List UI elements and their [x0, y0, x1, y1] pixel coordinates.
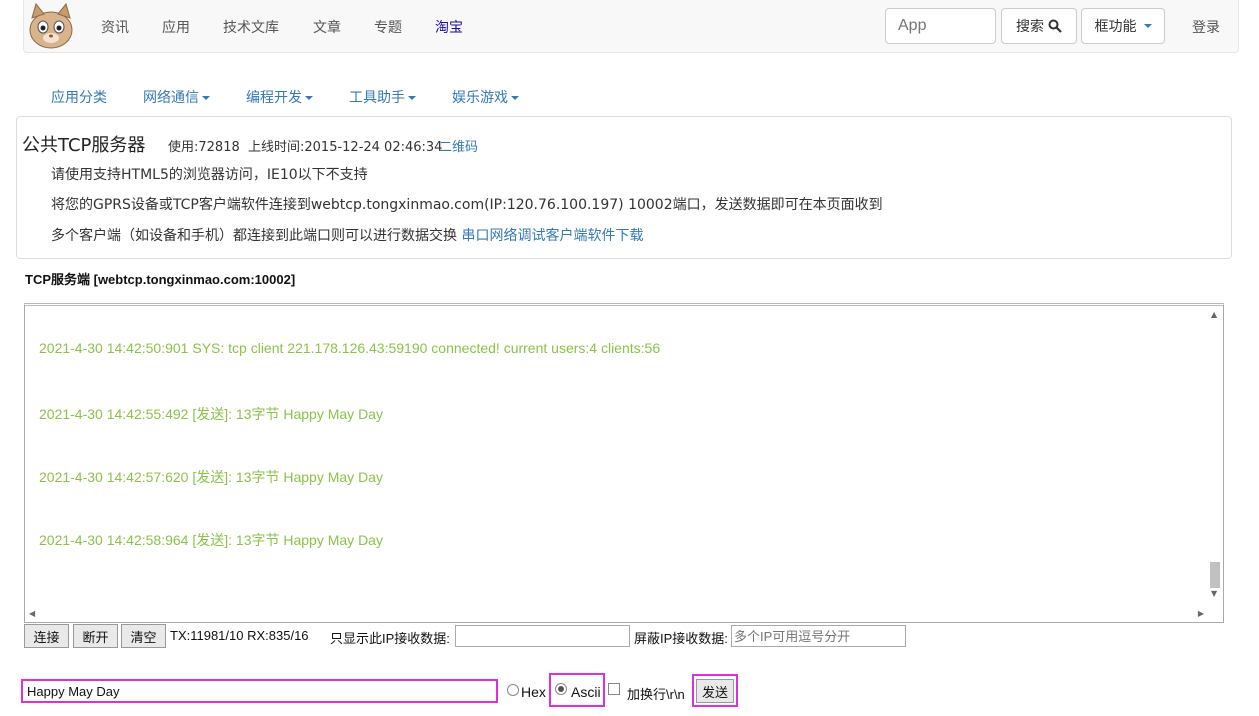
multi-client-notice: 多个客户端（如设备和手机）都连接到此端口则可以进行数据交换 串口网络调试客户端软… — [51, 225, 643, 245]
hex-radio[interactable] — [507, 684, 519, 696]
scrollbar-thumb[interactable] — [1210, 562, 1220, 588]
nav-articles[interactable]: 文章 — [313, 17, 341, 37]
newline-label: 加换行\r\n — [627, 687, 685, 702]
block-ip-input[interactable] — [731, 625, 906, 647]
scroll-left-icon[interactable]: ◀ — [29, 609, 35, 618]
nav-taobao[interactable]: 淘宝 — [435, 17, 463, 37]
usage-count: 使用:72818 — [168, 140, 240, 155]
log-line: 2021-4-30 14:42:58:964 [发送]: 13字节 Happy … — [39, 532, 383, 548]
tools-dropdown-button[interactable]: 框功能 — [1081, 8, 1165, 44]
tx-rx-stats: TX:11981/10 RX:835/16 — [170, 628, 309, 643]
newline-checkbox[interactable] — [608, 683, 620, 695]
send-button[interactable]: 发送 — [696, 679, 734, 703]
clear-button[interactable]: 清空 — [121, 624, 166, 648]
caret-down-icon — [511, 96, 519, 100]
search-button-label: 搜索 — [1016, 19, 1044, 35]
search-input[interactable] — [885, 8, 996, 44]
subnav-games-label: 娱乐游戏 — [452, 90, 508, 106]
download-link[interactable]: 串口网络调试客户端软件下载 — [461, 228, 643, 244]
subnav-programming-label: 编程开发 — [246, 90, 302, 106]
caret-down-icon — [305, 96, 313, 100]
disconnect-button[interactable]: 断开 — [73, 624, 118, 648]
multi-client-text: 多个客户端（如设备和手机）都连接到此端口则可以进行数据交换 — [51, 228, 457, 244]
cat-logo-icon[interactable] — [26, 2, 76, 50]
qrcode-link[interactable]: 二维码 — [439, 136, 478, 155]
connect-button[interactable]: 连接 — [24, 624, 69, 648]
login-link[interactable]: 登录 — [1192, 17, 1220, 37]
subnav-network[interactable]: 网络通信 — [143, 87, 210, 107]
vertical-scrollbar[interactable]: ▲ ▼ — [1206, 306, 1223, 606]
filter-ip-label: 只显示此IP接收数据: — [330, 631, 450, 646]
hex-label: Hex — [521, 684, 546, 700]
subnav-categories[interactable]: 应用分类 — [51, 87, 107, 107]
filter-ip-input[interactable] — [455, 625, 630, 647]
send-data-input[interactable] — [21, 679, 498, 703]
subnav-games[interactable]: 娱乐游戏 — [452, 87, 519, 107]
nav-tech-docs[interactable]: 技术文库 — [223, 17, 279, 37]
top-navbar: 资讯 应用 技术文库 文章 专题 淘宝 搜索 框功能 登录 — [23, 0, 1239, 53]
online-time: 上线时间:2015-12-24 02:46:34 — [248, 140, 443, 155]
subnav-tools-label: 工具助手 — [349, 90, 405, 106]
caret-down-icon — [1143, 24, 1152, 28]
search-icon — [1048, 19, 1062, 33]
scroll-right-icon[interactable]: ▶ — [1198, 609, 1204, 618]
info-panel: 公共TCP服务器 使用:72818 上线时间:2015-12-24 02:46:… — [16, 116, 1232, 259]
search-button[interactable]: 搜索 — [1001, 8, 1077, 44]
log-output[interactable]: 2021-4-30 14:42:50:901 SYS: tcp client 2… — [24, 303, 1224, 623]
page-title: 公共TCP服务器 — [22, 135, 146, 156]
subnav-tools[interactable]: 工具助手 — [349, 87, 416, 107]
nav-apps[interactable]: 应用 — [162, 17, 190, 37]
scroll-up-icon[interactable]: ▲ — [1211, 310, 1217, 319]
nav-news[interactable]: 资讯 — [101, 17, 129, 37]
log-line: 2021-4-30 14:42:55:492 [发送]: 13字节 Happy … — [39, 406, 383, 422]
scroll-down-icon[interactable]: ▼ — [1211, 589, 1217, 598]
server-label: TCP服务端 [webtcp.tongxinmao.com:10002] — [25, 272, 296, 287]
subnav-programming[interactable]: 编程开发 — [246, 87, 313, 107]
ascii-label: Ascii — [571, 684, 601, 700]
subnav-network-label: 网络通信 — [143, 90, 199, 106]
horizontal-scrollbar[interactable]: ◀ ▶ — [25, 605, 1208, 622]
ascii-radio[interactable] — [555, 683, 567, 695]
log-line: 2021-4-30 14:42:50:901 SYS: tcp client 2… — [39, 340, 661, 356]
block-ip-label: 屏蔽IP接收数据: — [634, 631, 728, 646]
tools-button-label: 框功能 — [1094, 19, 1137, 35]
nav-topics[interactable]: 专题 — [374, 17, 402, 37]
browser-notice: 请使用支持HTML5的浏览器访问，IE10以下不支持 — [51, 167, 368, 183]
caret-down-icon — [202, 96, 210, 100]
log-line: 2021-4-30 14:42:57:620 [发送]: 13字节 Happy … — [39, 469, 383, 485]
connect-instructions: 将您的GPRS设备或TCP客户端软件连接到webtcp.tongxinmao.c… — [51, 197, 883, 213]
caret-down-icon — [408, 96, 416, 100]
